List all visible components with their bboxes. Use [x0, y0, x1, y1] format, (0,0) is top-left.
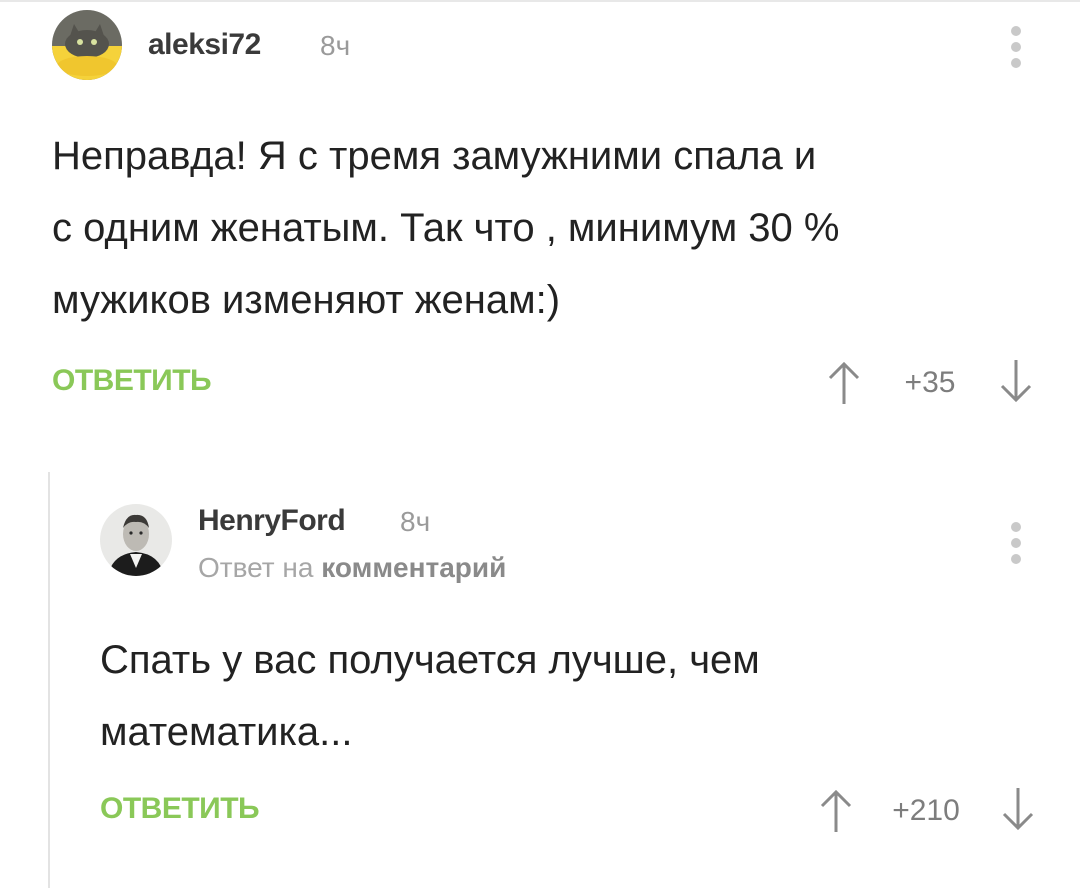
thread-line[interactable] [48, 472, 50, 888]
reply-context: Ответ на комментарий [198, 552, 506, 584]
vote-score: +35 [904, 366, 956, 399]
username[interactable]: HenryFord [198, 504, 346, 538]
arrow-down-icon[interactable] [998, 786, 1038, 832]
kebab-menu-icon[interactable] [1004, 26, 1028, 68]
cat-avatar-image [52, 10, 122, 80]
comment-body: Спать у вас получается лучше, чем матема… [100, 624, 760, 768]
comment-line: Неправда! Я с тремя замужними спала и [52, 134, 817, 178]
reply-button[interactable]: ОТВЕТИТЬ [52, 364, 212, 398]
reply-target-link[interactable]: комментарий [321, 552, 506, 583]
timestamp: 8ч [400, 506, 431, 537]
timestamp: 8ч [320, 30, 351, 61]
kebab-menu-icon[interactable] [1004, 522, 1028, 564]
username[interactable]: aleksi72 [148, 28, 261, 62]
avatar[interactable] [100, 504, 172, 576]
top-divider [0, 0, 1080, 2]
comment-line: математика... [100, 710, 353, 754]
reply-button[interactable]: ОТВЕТИТЬ [100, 792, 260, 826]
arrow-up-icon[interactable] [824, 360, 864, 406]
reply-prefix: Ответ на [198, 552, 314, 583]
portrait-avatar-image [100, 504, 172, 576]
vote-score: +210 [892, 794, 960, 827]
arrow-up-icon[interactable] [816, 788, 856, 834]
avatar[interactable] [52, 10, 122, 80]
comment-line: мужиков изменяют женам:) [52, 278, 561, 322]
comment-line: Спать у вас получается лучше, чем [100, 638, 760, 682]
arrow-down-icon[interactable] [996, 358, 1036, 404]
comment-line: с одним женатым. Так что , минимум 30 % [52, 206, 840, 250]
comment-body: Неправда! Я с тремя замужними спала и с … [52, 120, 839, 336]
